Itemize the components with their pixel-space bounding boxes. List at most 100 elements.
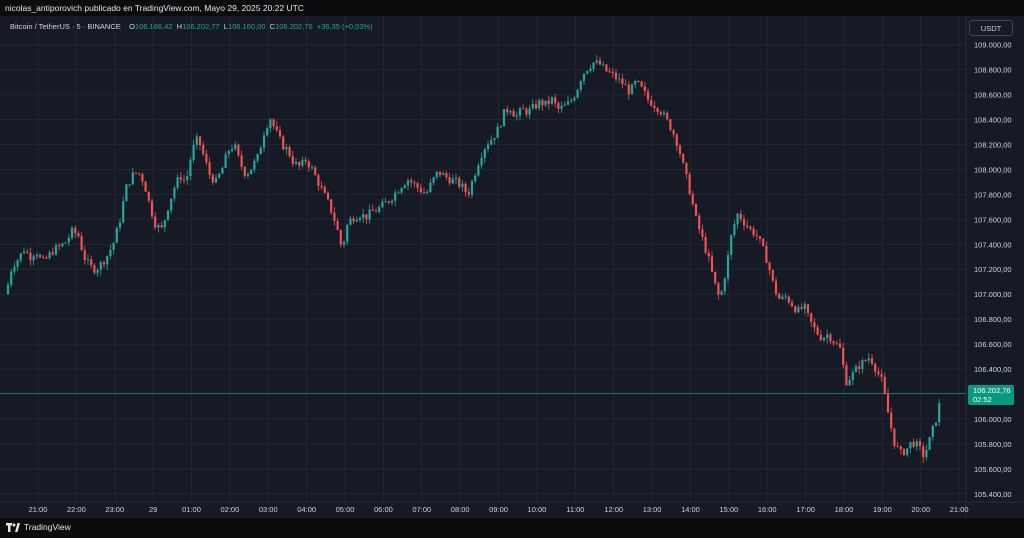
candle-body bbox=[397, 192, 400, 194]
time-axis-label: 11:00 bbox=[566, 505, 584, 514]
candle-body bbox=[502, 108, 506, 127]
candle-body bbox=[624, 84, 627, 86]
candle-body bbox=[64, 242, 67, 244]
candle-body bbox=[650, 99, 653, 106]
candle-body bbox=[707, 252, 710, 257]
candle-body bbox=[358, 217, 362, 221]
candle-body bbox=[243, 166, 246, 176]
candle-body bbox=[138, 173, 141, 175]
candle-body bbox=[6, 284, 10, 295]
candle-body bbox=[448, 177, 451, 184]
symbol-label: Bitcoin / TetherUS · 5 · BINANCE bbox=[10, 22, 121, 31]
candle-body bbox=[230, 148, 234, 151]
candle-body bbox=[154, 216, 157, 228]
candle-body bbox=[858, 366, 861, 370]
currency-button[interactable]: USDT bbox=[969, 20, 1013, 36]
candle-body bbox=[691, 194, 694, 205]
brand-label: TradingView bbox=[24, 522, 71, 532]
candle-body bbox=[736, 213, 739, 225]
candle-body bbox=[141, 174, 144, 182]
candle-body bbox=[368, 209, 371, 220]
candle-body bbox=[118, 222, 122, 228]
candle-body bbox=[621, 78, 624, 85]
candle-body bbox=[582, 73, 586, 82]
high-value: 106.202,77 bbox=[182, 22, 220, 31]
candle-body bbox=[170, 198, 173, 211]
candle-body bbox=[669, 119, 672, 131]
candle-body bbox=[563, 104, 566, 106]
candle-body bbox=[173, 187, 176, 199]
candle-body bbox=[771, 269, 774, 281]
candle-body bbox=[934, 422, 938, 426]
candle-body bbox=[797, 307, 800, 313]
candle-body bbox=[282, 136, 285, 150]
candle-body bbox=[458, 177, 461, 187]
price-axis-label: 107.600,00 bbox=[974, 215, 1012, 224]
time-axis: 21:00 22:00 23:00 29 01:00 02:00 03:00 04:00 05:… bbox=[0, 501, 1024, 514]
chart-area[interactable]: 109.000,00 108.800,00 108.600,00 108.400,00… bbox=[0, 16, 1024, 518]
candle-body bbox=[240, 155, 243, 167]
candle-body bbox=[422, 192, 426, 194]
candle-body bbox=[432, 177, 435, 183]
candle-body bbox=[912, 441, 915, 447]
candle-body bbox=[899, 446, 902, 450]
candle-body bbox=[531, 103, 534, 109]
time-axis-label: 08:00 bbox=[451, 505, 470, 514]
candle-body bbox=[112, 242, 115, 250]
candle-body bbox=[826, 334, 829, 338]
candle-body bbox=[874, 363, 877, 372]
candle-body bbox=[298, 161, 301, 166]
candle-body bbox=[730, 235, 733, 255]
candle-body bbox=[749, 226, 752, 229]
candle-body bbox=[90, 259, 93, 266]
candle-body bbox=[611, 71, 614, 73]
candle-body bbox=[355, 220, 358, 222]
candle-body bbox=[602, 64, 605, 66]
candle-body bbox=[77, 233, 80, 237]
candle-body bbox=[490, 139, 493, 145]
candle-body bbox=[390, 200, 394, 203]
candle-body bbox=[704, 236, 707, 253]
candle-body bbox=[685, 162, 688, 175]
candle-body bbox=[803, 304, 806, 309]
candle-body bbox=[893, 428, 896, 446]
candle-body bbox=[541, 100, 544, 106]
candle-body bbox=[515, 115, 518, 117]
candle-body bbox=[438, 171, 442, 176]
candle-body bbox=[765, 245, 768, 263]
tradingview-brand[interactable]: TradingView bbox=[6, 522, 71, 532]
candle-body bbox=[758, 236, 762, 239]
candle-body bbox=[451, 178, 454, 184]
candle-body bbox=[474, 175, 477, 182]
candle-body bbox=[790, 302, 794, 307]
candle-body bbox=[346, 224, 349, 242]
candles bbox=[6, 55, 941, 463]
candle-body bbox=[835, 343, 838, 345]
candle-body bbox=[464, 183, 467, 193]
tradingview-logo-icon bbox=[6, 522, 20, 532]
candle-body bbox=[454, 177, 458, 179]
candle-body bbox=[928, 436, 931, 450]
candle-body bbox=[227, 150, 230, 155]
candle-body bbox=[877, 371, 880, 375]
candle-body bbox=[339, 229, 342, 245]
candle-body bbox=[922, 446, 925, 458]
candle-body bbox=[480, 157, 483, 166]
candle-body bbox=[726, 254, 730, 279]
candle-body bbox=[352, 218, 355, 222]
candle-body bbox=[67, 237, 70, 243]
candle-body bbox=[211, 174, 214, 183]
candle-body bbox=[160, 224, 163, 228]
candle-body bbox=[557, 103, 560, 109]
candle-body bbox=[307, 161, 310, 168]
candlestick-chart[interactable]: 109.000,00 108.800,00 108.600,00 108.400,00… bbox=[0, 16, 1024, 518]
time-axis-label: 20:00 bbox=[911, 505, 930, 514]
candle-body bbox=[314, 167, 317, 176]
candle-body bbox=[493, 137, 496, 140]
candle-body bbox=[176, 177, 179, 188]
price-axis-label: 106.000,00 bbox=[974, 415, 1012, 424]
time-axis-label: 19:00 bbox=[873, 505, 892, 514]
candle-body bbox=[787, 296, 790, 303]
candle-body bbox=[22, 251, 26, 254]
candle-body bbox=[605, 64, 608, 72]
